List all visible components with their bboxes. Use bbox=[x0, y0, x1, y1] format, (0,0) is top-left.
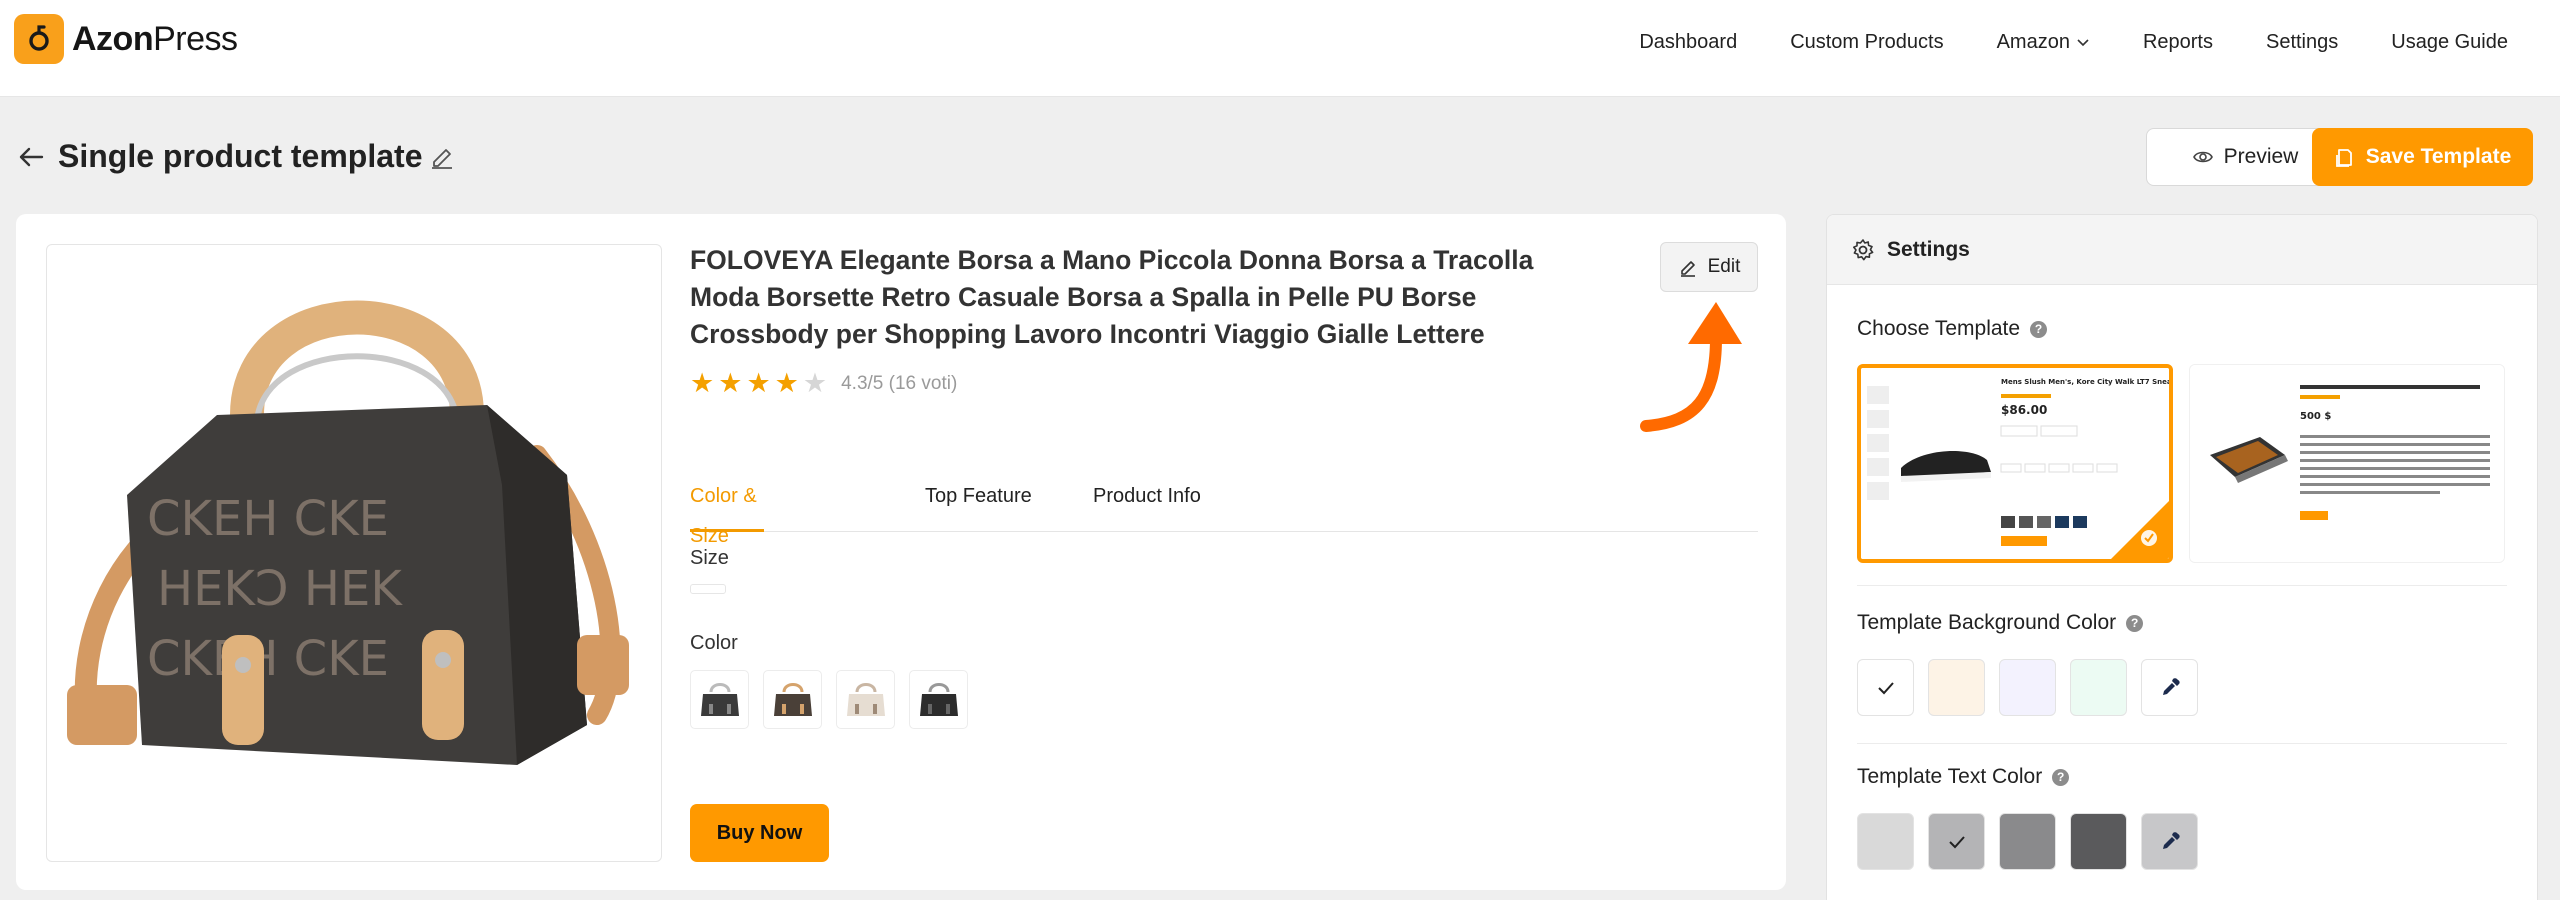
star-icon: ★ bbox=[774, 368, 799, 398]
buy-now-button[interactable]: Buy Now bbox=[690, 804, 829, 862]
nav-dashboard[interactable]: Dashboard bbox=[1639, 31, 1737, 54]
star-icon: ★ bbox=[718, 368, 743, 398]
settings-panel: Settings Choose Template ? Mens Slush Me… bbox=[1826, 214, 2538, 900]
help-icon[interactable]: ? bbox=[2126, 614, 2144, 632]
handbag-thumbnail bbox=[919, 682, 958, 716]
svg-text:HEKƆ HEK: HEKƆ HEK bbox=[157, 561, 403, 617]
size-label: Size bbox=[690, 547, 729, 569]
help-icon[interactable]: ? bbox=[2030, 320, 2048, 338]
help-icon[interactable]: ? bbox=[2052, 768, 2070, 786]
bg-color-mint[interactable] bbox=[2070, 659, 2127, 716]
color-swatches bbox=[690, 670, 968, 729]
text-color-light-gray[interactable] bbox=[1857, 813, 1914, 870]
nav-reports[interactable]: Reports bbox=[2143, 31, 2213, 54]
product-image: CKEH CKE HEKƆ HEK CKEH CKE bbox=[46, 244, 662, 862]
check-icon bbox=[1877, 681, 1894, 694]
product-tabs: Color & Size Top Feature Product Info bbox=[690, 476, 1758, 547]
rating-text: 4.3/5 (16 voti) bbox=[841, 372, 958, 394]
top-nav-bar: AzonPress Dashboard Custom Products Amaz… bbox=[0, 0, 2560, 97]
template-preview-2: 500 $ bbox=[2190, 365, 2504, 562]
tab-product-info[interactable]: Product Info bbox=[1093, 476, 1201, 532]
template-preview-1: Mens Slush Men's, Kore City Walk LT7 Sne… bbox=[1861, 368, 2169, 559]
text-color-gray[interactable] bbox=[1999, 813, 2056, 870]
size-option[interactable] bbox=[690, 584, 726, 594]
gear-icon bbox=[1853, 238, 1874, 260]
pencil-icon[interactable] bbox=[428, 142, 456, 170]
divider bbox=[1857, 743, 2507, 744]
azonpress-logo-icon bbox=[14, 14, 64, 64]
template-option-2[interactable]: 500 $ bbox=[2189, 364, 2505, 563]
star-empty-icon: ★ bbox=[802, 368, 828, 398]
svg-text:CKEH CKE: CKEH CKE bbox=[147, 491, 389, 547]
handbag-thumbnail bbox=[846, 682, 885, 716]
color-option-black[interactable] bbox=[690, 670, 749, 729]
choose-template-label: Choose Template ? bbox=[1857, 317, 2048, 341]
background-color-options bbox=[1857, 659, 2198, 716]
template-option-1[interactable]: Mens Slush Men's, Kore City Walk LT7 Sne… bbox=[1857, 364, 2173, 563]
logo[interactable]: AzonPress bbox=[14, 14, 238, 64]
eye-icon bbox=[2192, 151, 2213, 163]
product-preview-card: CKEH CKE HEKƆ HEK CKEH CKE FOLOVEYA Eleg… bbox=[16, 214, 1786, 890]
text-color-options bbox=[1857, 813, 2198, 870]
tab-top-feature[interactable]: Top Feature bbox=[925, 476, 1032, 532]
settings-header: Settings bbox=[1827, 215, 2537, 285]
page-title: Single product template bbox=[58, 138, 423, 174]
bg-color-white[interactable] bbox=[1857, 659, 1914, 716]
text-color-dark-gray[interactable] bbox=[2070, 813, 2127, 870]
handbag-thumbnail bbox=[773, 682, 812, 716]
pencil-icon bbox=[1680, 261, 1695, 277]
divider bbox=[1857, 585, 2507, 586]
bg-color-lavender[interactable] bbox=[1999, 659, 2056, 716]
handbag-thumbnail bbox=[700, 682, 739, 716]
bg-color-picker[interactable] bbox=[2141, 659, 2198, 716]
edit-product-button[interactable]: Edit bbox=[1660, 242, 1758, 292]
chevron-down-icon bbox=[2077, 39, 2089, 47]
nav-amazon[interactable]: Amazon bbox=[1997, 31, 2090, 54]
eyedropper-icon bbox=[2162, 677, 2180, 695]
text-color-label: Template Text Color ? bbox=[1857, 765, 2070, 789]
back-arrow-icon[interactable] bbox=[16, 142, 46, 172]
save-icon bbox=[2335, 149, 2352, 167]
bg-color-cream[interactable] bbox=[1928, 659, 1985, 716]
text-color-silver[interactable] bbox=[1928, 813, 1985, 870]
color-label: Color bbox=[690, 632, 738, 654]
product-title: FOLOVEYA Elegante Borsa a Mano Piccola D… bbox=[690, 245, 1534, 349]
text-color-picker[interactable] bbox=[2141, 813, 2198, 870]
svg-text:Mens Slush Men's, Kore City Wa: Mens Slush Men's, Kore City Walk LT7 Sne… bbox=[2001, 378, 2169, 386]
main-nav: Dashboard Custom Products Amazon Reports… bbox=[1639, 0, 2560, 84]
star-icon: ★ bbox=[690, 368, 715, 398]
svg-text:$86.00: $86.00 bbox=[2001, 403, 2047, 417]
svg-text:500 $: 500 $ bbox=[2300, 411, 2331, 422]
check-icon bbox=[1948, 835, 1965, 848]
handbag-image: CKEH CKE HEKƆ HEK CKEH CKE bbox=[67, 300, 629, 765]
tab-color-size[interactable]: Color & Size bbox=[690, 476, 764, 547]
nav-settings[interactable]: Settings bbox=[2266, 31, 2338, 54]
product-rating: ★ ★ ★ ★ ★ 4.3/5 (16 voti) bbox=[690, 370, 957, 397]
color-option-brown[interactable] bbox=[763, 670, 822, 729]
eyedropper-icon bbox=[2162, 831, 2180, 849]
background-color-label: Template Background Color ? bbox=[1857, 611, 2144, 635]
color-option-beige[interactable] bbox=[836, 670, 895, 729]
color-option-dark[interactable] bbox=[909, 670, 968, 729]
svg-text:CKEH CKE: CKEH CKE bbox=[147, 631, 389, 687]
nav-usage-guide[interactable]: Usage Guide bbox=[2391, 31, 2508, 54]
save-template-button[interactable]: Save Template bbox=[2312, 128, 2533, 186]
nav-custom-products[interactable]: Custom Products bbox=[1790, 31, 1943, 54]
star-icon: ★ bbox=[746, 368, 771, 398]
hint-arrow-icon bbox=[1640, 302, 1742, 432]
logo-text: AzonPress bbox=[72, 19, 238, 58]
